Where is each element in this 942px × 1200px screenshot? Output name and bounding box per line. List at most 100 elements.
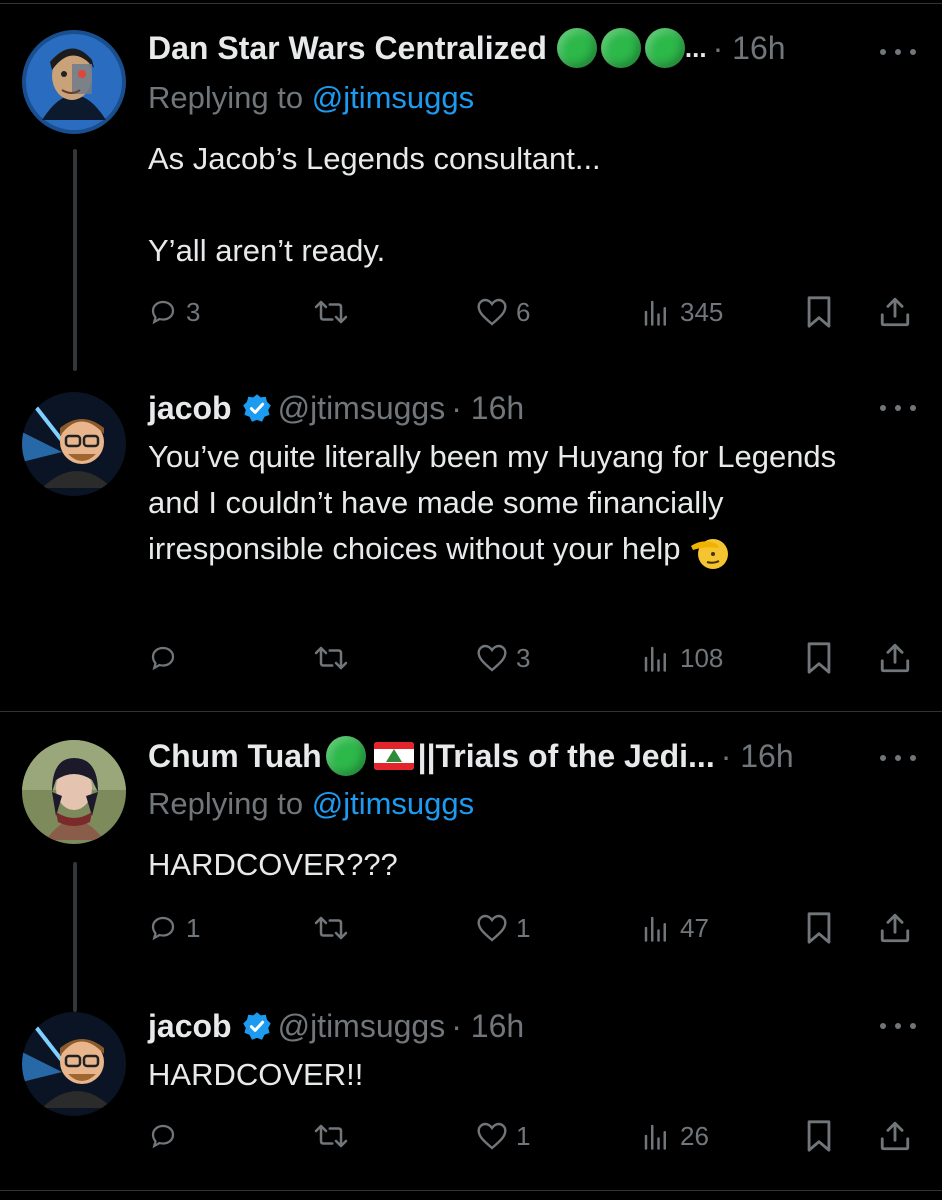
post-text-content: HARDCOVER!! bbox=[148, 1057, 364, 1092]
share-button[interactable] bbox=[878, 292, 912, 332]
like-count: 3 bbox=[516, 642, 531, 673]
view-count: 345 bbox=[680, 296, 724, 327]
author-name[interactable]: jacob bbox=[148, 1008, 232, 1045]
like-button[interactable]: 1 bbox=[476, 908, 530, 948]
bookmark-icon bbox=[807, 1120, 831, 1152]
replying-handle-link[interactable]: @jtimsuggs bbox=[312, 786, 474, 821]
post-text: HARDCOVER??? bbox=[148, 842, 908, 888]
views-icon bbox=[644, 1124, 666, 1150]
retweet-icon bbox=[314, 646, 348, 670]
views-button[interactable]: 26 bbox=[640, 1116, 709, 1156]
author-line: Dan Star Wars Centralized ... · 16h bbox=[148, 28, 786, 68]
bookmark-icon bbox=[807, 296, 831, 328]
share-icon bbox=[880, 913, 910, 943]
post-text-line: Y’all aren’t ready. bbox=[148, 233, 386, 268]
like-button[interactable]: 3 bbox=[476, 638, 530, 678]
post-time[interactable]: · 16h bbox=[451, 1008, 524, 1045]
post-chum[interactable]: Chum Tuah ||Trials of the Jedi... · 16h … bbox=[0, 712, 942, 1012]
author-line: jacob @jtimsuggs · 16h bbox=[148, 1006, 524, 1046]
post-jacob-reply-2[interactable]: jacob @jtimsuggs · 16h HARDCOVER!! 1 26 bbox=[0, 990, 942, 1190]
action-bar: 3 108 bbox=[148, 638, 918, 678]
like-count: 1 bbox=[516, 912, 531, 943]
retweet-icon bbox=[314, 1124, 348, 1148]
saluting-face-icon bbox=[691, 538, 729, 569]
author-handle[interactable]: @jtimsuggs bbox=[278, 390, 446, 427]
share-button[interactable] bbox=[878, 1116, 912, 1156]
replying-handle-link[interactable]: @jtimsuggs bbox=[312, 80, 474, 115]
replying-prefix: Replying to bbox=[148, 80, 304, 115]
replying-to: Replying to @jtimsuggs bbox=[148, 80, 474, 116]
like-button[interactable]: 6 bbox=[476, 292, 530, 332]
green-circle-icon bbox=[644, 28, 685, 68]
like-button[interactable]: 1 bbox=[476, 1116, 530, 1156]
share-icon bbox=[880, 1121, 910, 1151]
share-icon bbox=[880, 297, 910, 327]
author-name[interactable]: jacob bbox=[148, 390, 232, 427]
more-icon[interactable] bbox=[880, 42, 916, 62]
retweet-button[interactable] bbox=[312, 292, 350, 332]
verified-badge-icon bbox=[242, 1012, 271, 1040]
avatar[interactable] bbox=[22, 30, 126, 134]
share-button[interactable] bbox=[878, 908, 912, 948]
post-text-content: You’ve quite literally been my Huyang fo… bbox=[148, 439, 837, 566]
author-name[interactable]: Chum Tuah bbox=[148, 738, 322, 775]
post-text-line: As Jacob’s Legends consultant... bbox=[148, 141, 601, 176]
green-circle-icon bbox=[600, 28, 641, 68]
heart-icon bbox=[477, 298, 507, 326]
view-count: 47 bbox=[680, 912, 709, 943]
post-time[interactable]: · 16h bbox=[713, 30, 786, 67]
author-line: Chum Tuah ||Trials of the Jedi... · 16h bbox=[148, 736, 794, 776]
views-button[interactable]: 345 bbox=[640, 292, 723, 332]
avatar[interactable] bbox=[22, 392, 126, 496]
heart-icon bbox=[477, 1122, 507, 1150]
post-time[interactable]: · 16h bbox=[721, 738, 794, 775]
post-time[interactable]: · 16h bbox=[451, 390, 524, 427]
post-text: As Jacob’s Legends consultant... Y’all a… bbox=[148, 136, 908, 274]
views-button[interactable]: 108 bbox=[640, 638, 723, 678]
share-button[interactable] bbox=[878, 638, 912, 678]
like-count: 1 bbox=[516, 1120, 531, 1151]
retweet-button[interactable] bbox=[312, 638, 350, 678]
green-circle-icon bbox=[325, 736, 366, 776]
reply-button[interactable] bbox=[148, 1116, 186, 1156]
bookmark-button[interactable] bbox=[804, 1116, 834, 1156]
reply-count: 1 bbox=[186, 912, 201, 943]
reply-button[interactable] bbox=[148, 638, 186, 678]
action-bar: 3 6 345 bbox=[148, 292, 918, 332]
more-icon[interactable] bbox=[880, 1016, 916, 1036]
views-icon bbox=[644, 916, 666, 942]
reply-icon bbox=[151, 916, 175, 941]
bookmark-button[interactable] bbox=[804, 908, 834, 948]
views-icon bbox=[644, 300, 666, 326]
action-bar: 1 1 47 bbox=[148, 908, 918, 948]
retweet-button[interactable] bbox=[312, 1116, 350, 1156]
avatar[interactable] bbox=[22, 1012, 126, 1116]
views-button[interactable]: 47 bbox=[640, 908, 709, 948]
replying-prefix: Replying to bbox=[148, 786, 304, 821]
verified-badge-icon bbox=[242, 394, 271, 422]
reply-icon bbox=[151, 1124, 175, 1149]
reply-button[interactable]: 1 bbox=[148, 908, 200, 948]
retweet-icon bbox=[314, 300, 348, 324]
lebanon-flag-icon bbox=[373, 742, 414, 770]
bookmark-icon bbox=[807, 642, 831, 674]
post-jacob-reply[interactable]: jacob @jtimsuggs · 16h You’ve quite lite… bbox=[0, 370, 942, 710]
post-dan[interactable]: Dan Star Wars Centralized ... · 16h Repl… bbox=[0, 4, 942, 371]
bookmark-button[interactable] bbox=[804, 292, 834, 332]
post-text: You’ve quite literally been my Huyang fo… bbox=[148, 434, 888, 572]
bookmark-button[interactable] bbox=[804, 638, 834, 678]
reply-button[interactable]: 3 bbox=[148, 292, 200, 332]
reply-count: 3 bbox=[186, 296, 201, 327]
reply-icon bbox=[151, 300, 175, 325]
more-icon[interactable] bbox=[880, 398, 916, 418]
views-icon bbox=[644, 646, 666, 672]
retweet-button[interactable] bbox=[312, 908, 350, 948]
heart-icon bbox=[477, 914, 507, 942]
author-name-suffix[interactable]: ||Trials of the Jedi... bbox=[418, 738, 715, 775]
author-name[interactable]: Dan Star Wars Centralized bbox=[148, 30, 547, 67]
replying-to: Replying to @jtimsuggs bbox=[148, 786, 474, 822]
more-icon[interactable] bbox=[880, 748, 916, 768]
bookmark-icon bbox=[807, 912, 831, 944]
avatar[interactable] bbox=[22, 740, 126, 844]
author-handle[interactable]: @jtimsuggs bbox=[278, 1008, 446, 1045]
